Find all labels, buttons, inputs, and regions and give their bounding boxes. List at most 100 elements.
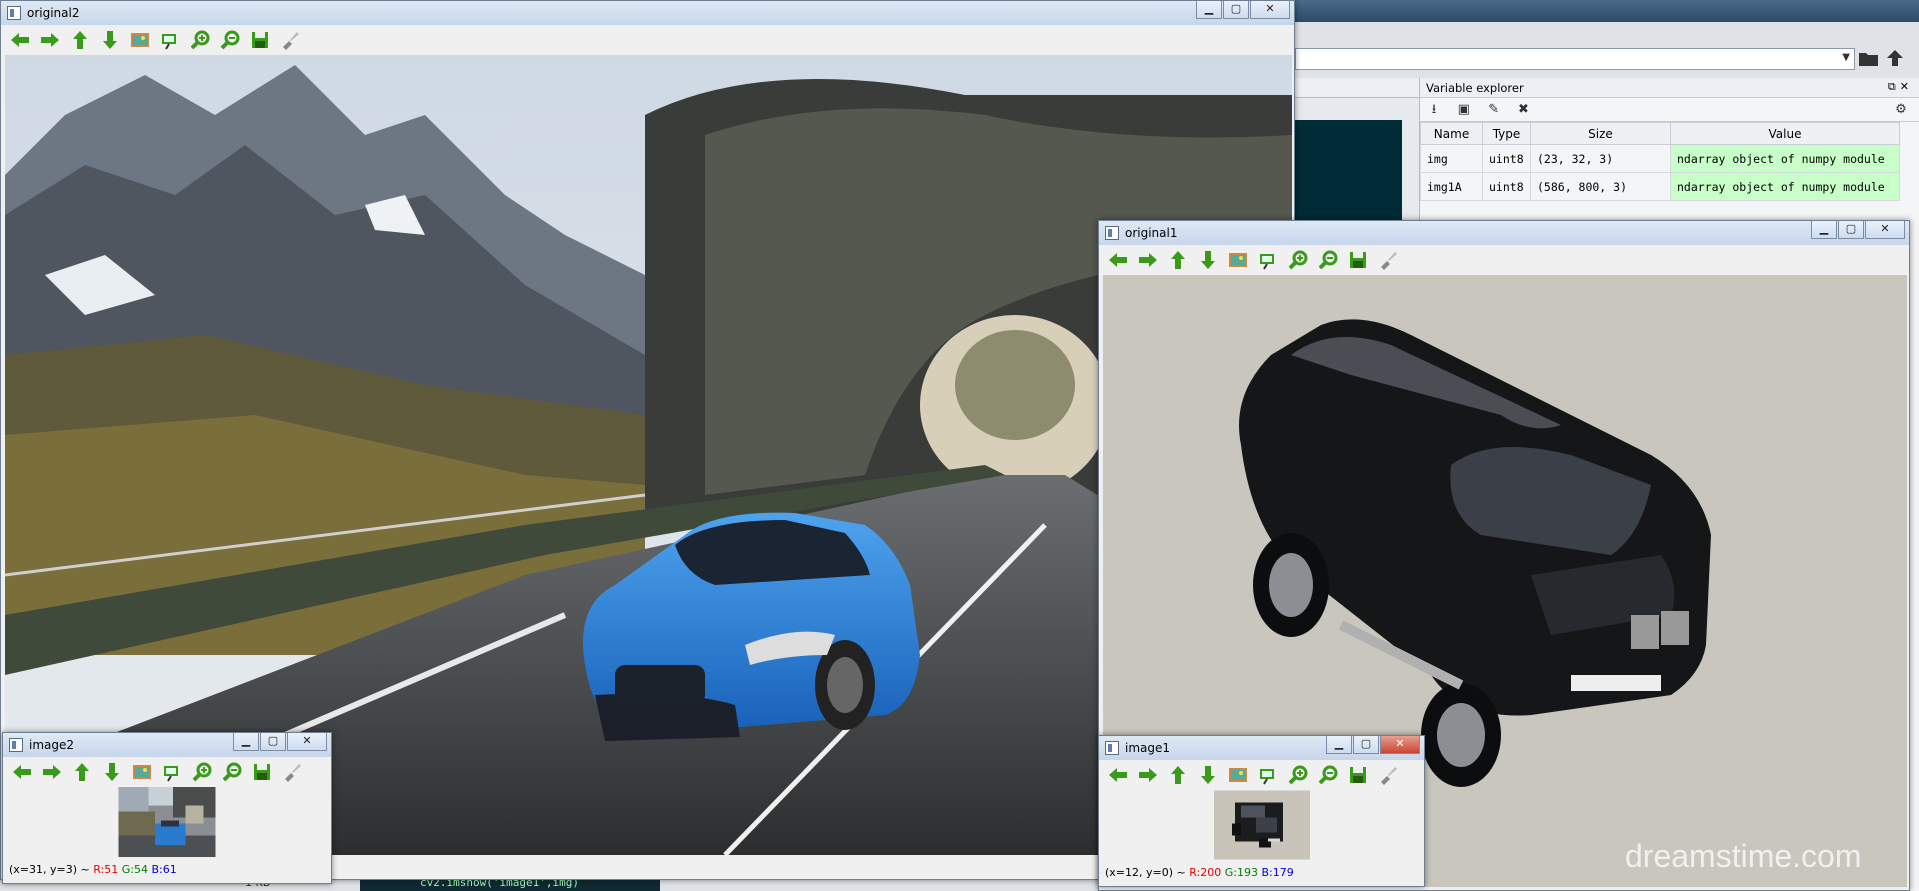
maximize-button[interactable]: ▢ <box>260 733 286 751</box>
close-button[interactable]: ✕ <box>1380 736 1420 754</box>
window-title: original1 <box>1125 226 1178 240</box>
column-header-value[interactable]: Value <box>1670 122 1900 145</box>
image-toolbar <box>3 757 331 787</box>
arrow-right-icon[interactable] <box>37 28 63 52</box>
cell-size[interactable]: (23, 32, 3) <box>1530 144 1671 173</box>
cell-name[interactable]: img1A <box>1420 172 1483 201</box>
maximize-button[interactable]: ▢ <box>1838 221 1864 239</box>
arrow-down-icon[interactable] <box>1195 763 1221 787</box>
cell-size[interactable]: (586, 800, 3) <box>1530 172 1671 201</box>
remove-all-icon[interactable]: ✖ <box>1513 100 1533 120</box>
window-title: image2 <box>29 738 75 752</box>
image-view[interactable] <box>1099 790 1424 864</box>
arrow-right-icon[interactable] <box>1135 248 1161 272</box>
image-toolbar <box>1 25 1294 55</box>
arrow-left-icon[interactable] <box>1105 248 1131 272</box>
open-folder-icon[interactable] <box>1858 47 1880 69</box>
zoom-in-icon[interactable] <box>189 760 215 784</box>
close-button[interactable]: ✕ <box>1250 1 1290 19</box>
close-button[interactable]: ✕ <box>1865 221 1905 239</box>
image-icon[interactable] <box>129 760 155 784</box>
zoom-in-icon[interactable] <box>1285 763 1311 787</box>
zoom-in-icon[interactable] <box>1285 248 1311 272</box>
titlebar[interactable]: original2 ▁ ▢ ✕ <box>1 1 1294 25</box>
save-icon[interactable] <box>1345 763 1371 787</box>
window-app-icon <box>7 6 21 20</box>
working-directory-field[interactable]: ▼ <box>1295 48 1855 70</box>
minimize-button[interactable]: ▁ <box>1196 1 1222 19</box>
image-icon[interactable] <box>127 28 153 52</box>
arrow-down-icon[interactable] <box>99 760 125 784</box>
titlebar[interactable]: image1 ▁ ▢ ✕ <box>1099 736 1424 760</box>
arrow-up-icon[interactable] <box>1165 248 1191 272</box>
titlebar[interactable]: image2 ▁ ▢ ✕ <box>3 733 331 757</box>
titlebar[interactable]: original1 ▁ ▢ ✕ <box>1099 221 1909 245</box>
minimize-button[interactable]: ▁ <box>1326 736 1352 754</box>
cell-type[interactable]: uint8 <box>1482 144 1531 173</box>
save-icon[interactable] <box>247 28 273 52</box>
cell-name[interactable]: img <box>1420 144 1483 173</box>
save-data-icon[interactable]: ▣ <box>1454 100 1474 120</box>
zoom-out-icon[interactable] <box>1315 763 1341 787</box>
status-bar: (x=31, y=3) ~ R:51 G:54 B:61 <box>3 861 331 879</box>
table-row[interactable]: img1A uint8 (586, 800, 3) ndarray object… <box>1420 172 1900 201</box>
pixel-blue: B:61 <box>151 863 177 876</box>
pixel-green: G:193 <box>1224 866 1258 879</box>
maximize-button[interactable]: ▢ <box>1223 1 1249 19</box>
window-image1[interactable]: image1 ▁ ▢ ✕ (x=12, y=0) ~ R:200 G:193 B… <box>1098 735 1425 887</box>
image-view[interactable] <box>3 787 331 861</box>
downsampled-road-image <box>118 787 216 857</box>
table-row[interactable]: img uint8 (23, 32, 3) ndarray object of … <box>1420 144 1900 173</box>
gear-icon[interactable]: ⚙ <box>1891 100 1911 120</box>
window-image2[interactable]: image2 ▁ ▢ ✕ (x=31, y=3) ~ R:51 G:54 B:6… <box>2 732 332 884</box>
image-icon[interactable] <box>1225 248 1251 272</box>
import-data-icon[interactable]: ⭳ <box>1424 100 1444 120</box>
save-as-icon[interactable]: ✎ <box>1484 100 1504 120</box>
image-label-icon[interactable] <box>157 28 183 52</box>
parent-directory-icon[interactable] <box>1884 47 1906 69</box>
image-label-icon[interactable] <box>1255 763 1281 787</box>
downsampled-suv-image <box>1213 790 1310 860</box>
image-label-icon[interactable] <box>1255 248 1281 272</box>
arrow-left-icon[interactable] <box>9 760 35 784</box>
pixel-red: R:200 <box>1189 866 1222 879</box>
pane-controls[interactable]: ⧉✕ <box>1888 80 1913 94</box>
brush-icon[interactable] <box>279 760 305 784</box>
arrow-down-icon[interactable] <box>97 28 123 52</box>
brush-icon[interactable] <box>277 28 303 52</box>
column-header-size[interactable]: Size <box>1530 122 1671 145</box>
save-icon[interactable] <box>1345 248 1371 272</box>
variable-explorer-title: Variable explorer <box>1426 81 1524 95</box>
column-header-name[interactable]: Name <box>1420 122 1483 145</box>
brush-icon[interactable] <box>1375 763 1401 787</box>
column-header-type[interactable]: Type <box>1482 122 1531 145</box>
ide-titlebar <box>1290 0 1919 22</box>
arrow-up-icon[interactable] <box>1165 763 1191 787</box>
cell-value[interactable]: ndarray object of numpy module <box>1670 172 1900 201</box>
save-icon[interactable] <box>249 760 275 784</box>
zoom-out-icon[interactable] <box>217 28 243 52</box>
arrow-up-icon[interactable] <box>67 28 93 52</box>
arrow-right-icon[interactable] <box>1135 763 1161 787</box>
dropdown-arrow-icon[interactable]: ▼ <box>1842 52 1850 63</box>
image-icon[interactable] <box>1225 763 1251 787</box>
image-toolbar <box>1099 760 1424 790</box>
arrow-left-icon[interactable] <box>1105 763 1131 787</box>
zoom-out-icon[interactable] <box>1315 248 1341 272</box>
minimize-button[interactable]: ▁ <box>233 733 259 751</box>
zoom-in-icon[interactable] <box>187 28 213 52</box>
window-app-icon <box>9 738 23 752</box>
brush-icon[interactable] <box>1375 248 1401 272</box>
watermark-text: dreamstime.com <box>1625 838 1862 874</box>
arrow-down-icon[interactable] <box>1195 248 1221 272</box>
arrow-right-icon[interactable] <box>39 760 65 784</box>
cell-type[interactable]: uint8 <box>1482 172 1531 201</box>
zoom-out-icon[interactable] <box>219 760 245 784</box>
minimize-button[interactable]: ▁ <box>1811 221 1837 239</box>
arrow-left-icon[interactable] <box>7 28 33 52</box>
image-label-icon[interactable] <box>159 760 185 784</box>
close-button[interactable]: ✕ <box>287 733 327 751</box>
arrow-up-icon[interactable] <box>69 760 95 784</box>
cell-value[interactable]: ndarray object of numpy module <box>1670 144 1900 173</box>
maximize-button[interactable]: ▢ <box>1353 736 1379 754</box>
